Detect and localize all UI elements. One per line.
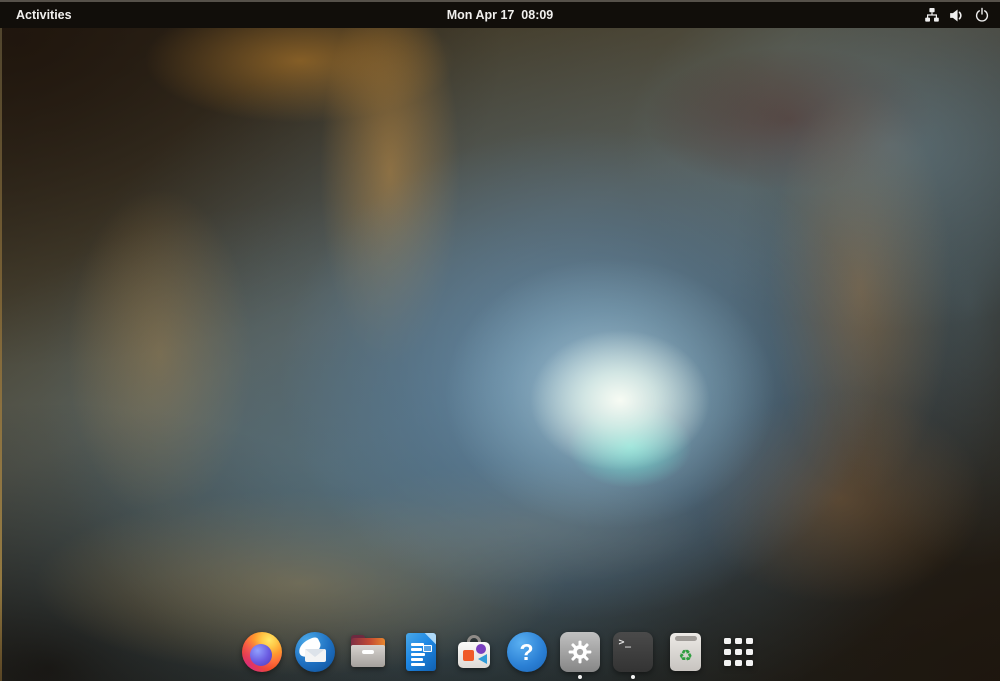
firefox-icon: [242, 632, 282, 672]
dock-item-terminal[interactable]: >_: [613, 632, 653, 672]
activities-button[interactable]: Activities: [0, 2, 88, 28]
blue-triangle-shape: [478, 654, 487, 664]
running-indicator: [631, 675, 635, 679]
document-image-placeholder: [423, 645, 432, 652]
dock-item-ubuntu-software[interactable]: [454, 632, 494, 672]
screen-edge-artifact: [0, 28, 2, 681]
document-text-line: [411, 648, 422, 651]
network-wired-icon: [923, 7, 940, 24]
system-status-area[interactable]: [913, 2, 1000, 28]
dock-item-files[interactable]: [348, 632, 388, 672]
trash-icon: ♻: [670, 633, 701, 671]
app-grid-icon: [719, 632, 759, 672]
running-indicator: [578, 675, 582, 679]
dock-item-help[interactable]: ?: [507, 632, 547, 672]
terminal-icon: >_: [613, 632, 653, 672]
document-text-line: [411, 653, 425, 656]
document-text-line: [411, 663, 425, 666]
dock-item-app-grid[interactable]: [719, 632, 759, 672]
purple-circle-shape: [476, 644, 486, 654]
question-mark-glyph: ?: [519, 639, 533, 666]
top-bar-left: Activities: [0, 2, 447, 28]
document-text-line: [411, 658, 423, 661]
dock-item-trash[interactable]: ♻: [666, 632, 706, 672]
top-bar: Activities Mon Apr 17 08:09: [0, 2, 1000, 28]
help-icon: ?: [507, 632, 547, 672]
dock-item-firefox[interactable]: [242, 632, 282, 672]
dock-item-thunderbird[interactable]: [295, 632, 335, 672]
libreoffice-writer-icon: [406, 633, 436, 671]
gear-icon: [567, 639, 593, 665]
top-edge-strip: [0, 0, 1000, 2]
recycle-symbol: ♻: [678, 648, 692, 664]
thunderbird-icon: [295, 632, 335, 672]
files-icon: [348, 632, 388, 672]
dock-item-libreoffice-writer[interactable]: [401, 632, 441, 672]
orange-square-shape: [463, 650, 474, 661]
clock-button[interactable]: Mon Apr 17 08:09: [447, 8, 554, 22]
dock-item-settings[interactable]: [560, 632, 600, 672]
volume-icon: [948, 7, 965, 24]
folder-minus-bar: [362, 650, 374, 654]
ubuntu-software-icon: [454, 632, 494, 672]
desktop: Activities Mon Apr 17 08:09: [0, 0, 1000, 681]
document-text-line: [411, 643, 424, 646]
power-icon: [973, 7, 990, 24]
folder-front: [351, 645, 385, 667]
settings-icon: [560, 632, 600, 672]
dock: ?: [0, 632, 1000, 672]
thunderbird-envelope-flap: [305, 649, 325, 657]
desktop-wallpaper: [0, 28, 1000, 681]
top-bar-right: [553, 2, 1000, 28]
terminal-prompt-glyph: >_: [619, 637, 632, 648]
